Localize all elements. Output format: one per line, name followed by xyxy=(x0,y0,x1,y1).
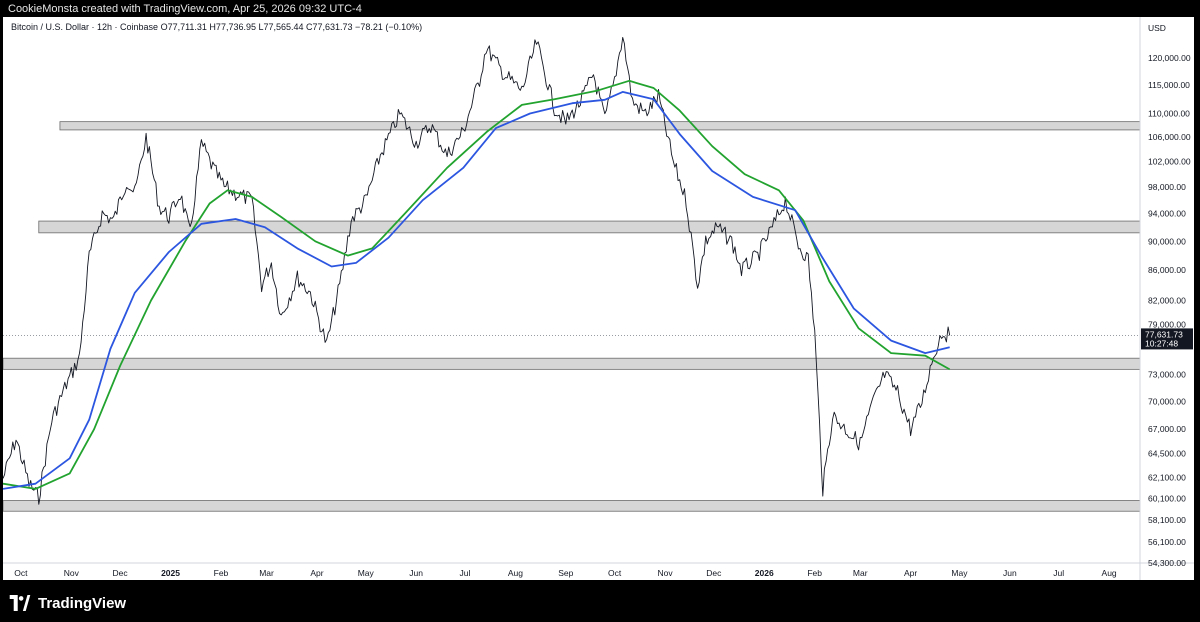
price-tick-label: 106,000.00 xyxy=(1148,132,1191,142)
time-tick-label: Dec xyxy=(113,568,129,578)
price-tick-label: 115,000.00 xyxy=(1148,80,1190,90)
time-axis: Oct Nov Dec 2025 Feb Mar Apr May Jun Jul Aug Sep Oct… xyxy=(14,568,1117,578)
time-tick-label: Feb xyxy=(807,568,822,578)
price-series-line xyxy=(3,36,951,505)
resistance-zone-108k[interactable] xyxy=(59,121,1141,131)
time-tick-label: May xyxy=(358,568,375,578)
price-tick-label: 102,000.00 xyxy=(1148,157,1191,167)
currency-label: USD xyxy=(1148,23,1166,33)
price-tick-label: 90,000.00 xyxy=(1148,236,1186,246)
lines-layer xyxy=(3,36,1140,505)
time-tick-label: Aug xyxy=(1102,568,1117,578)
bar-countdown: 10:27:48 xyxy=(1145,338,1178,348)
time-tick-label: Feb xyxy=(214,568,229,578)
time-tick-label: Oct xyxy=(608,568,622,578)
price-tick-label: 86,000.00 xyxy=(1148,265,1186,275)
moving-average-line xyxy=(3,91,950,490)
watermark-header: CookieMonsta created with TradingView.co… xyxy=(8,3,362,15)
screenshot-frame: CookieMonsta created with TradingView.co… xyxy=(0,0,1200,622)
time-tick-label: Sep xyxy=(558,568,573,578)
price-chart[interactable]: USD 120,000.00 115,000.00 110,000.00 106,00… xyxy=(3,17,1194,580)
time-tick-label: Jun xyxy=(1003,568,1017,578)
time-tick-label: 2026 xyxy=(755,568,774,578)
time-tick-label: Apr xyxy=(904,568,917,578)
price-tick-label: 79,000.00 xyxy=(1148,319,1186,329)
time-tick-label: Jul xyxy=(1053,568,1064,578)
price-tick-label: 58,100.00 xyxy=(1148,515,1186,525)
price-tick-label: 73,000.00 xyxy=(1148,370,1186,380)
time-tick-label: 2025 xyxy=(161,568,180,578)
time-tick-label: Apr xyxy=(310,568,323,578)
time-tick-label: Jun xyxy=(409,568,423,578)
time-tick-label: Dec xyxy=(706,568,722,578)
price-tick-label: 98,000.00 xyxy=(1148,182,1186,192)
price-tick-label: 110,000.00 xyxy=(1148,108,1190,118)
zones-layer xyxy=(3,121,1141,512)
time-tick-label: Aug xyxy=(508,568,523,578)
price-tick-label: 120,000.00 xyxy=(1148,53,1191,63)
symbol-info: Bitcoin / U.S. Dollar · 12h · Coinbase O… xyxy=(11,22,423,32)
support-zone-59k[interactable] xyxy=(3,500,1141,512)
price-tick-label: 54,300.00 xyxy=(1148,558,1186,568)
last-price-tag: 77,631.7310:27:48 xyxy=(1141,328,1193,350)
support-zone-74k[interactable] xyxy=(3,357,1141,370)
price-tick-label: 70,000.00 xyxy=(1148,396,1186,406)
time-tick-label: Jul xyxy=(460,568,471,578)
time-tick-label: Nov xyxy=(657,568,673,578)
tradingview-logo-icon xyxy=(9,595,31,611)
price-tick-label: 62,100.00 xyxy=(1148,473,1186,483)
price-axis: 120,000.00 115,000.00 110,000.00 106,000.00… xyxy=(1148,53,1191,568)
tradingview-branding: TradingView xyxy=(8,594,126,612)
price-tick-label: 67,000.00 xyxy=(1148,424,1186,434)
price-tick-label: 64,500.00 xyxy=(1148,448,1186,458)
time-tick-label: Nov xyxy=(64,568,80,578)
brand-name: TradingView xyxy=(38,594,127,612)
time-tick-label: Mar xyxy=(853,568,868,578)
price-tick-label: 94,000.00 xyxy=(1148,209,1186,219)
time-tick-label: May xyxy=(951,568,968,578)
price-tick-label: 82,000.00 xyxy=(1148,296,1186,306)
time-tick-label: Oct xyxy=(14,568,28,578)
chart-panel[interactable]: USD 120,000.00 115,000.00 110,000.00 106,00… xyxy=(3,17,1194,580)
price-tick-label: 56,100.00 xyxy=(1148,537,1186,547)
price-tick-label: 60,100.00 xyxy=(1148,493,1186,503)
time-tick-label: Mar xyxy=(259,568,274,578)
